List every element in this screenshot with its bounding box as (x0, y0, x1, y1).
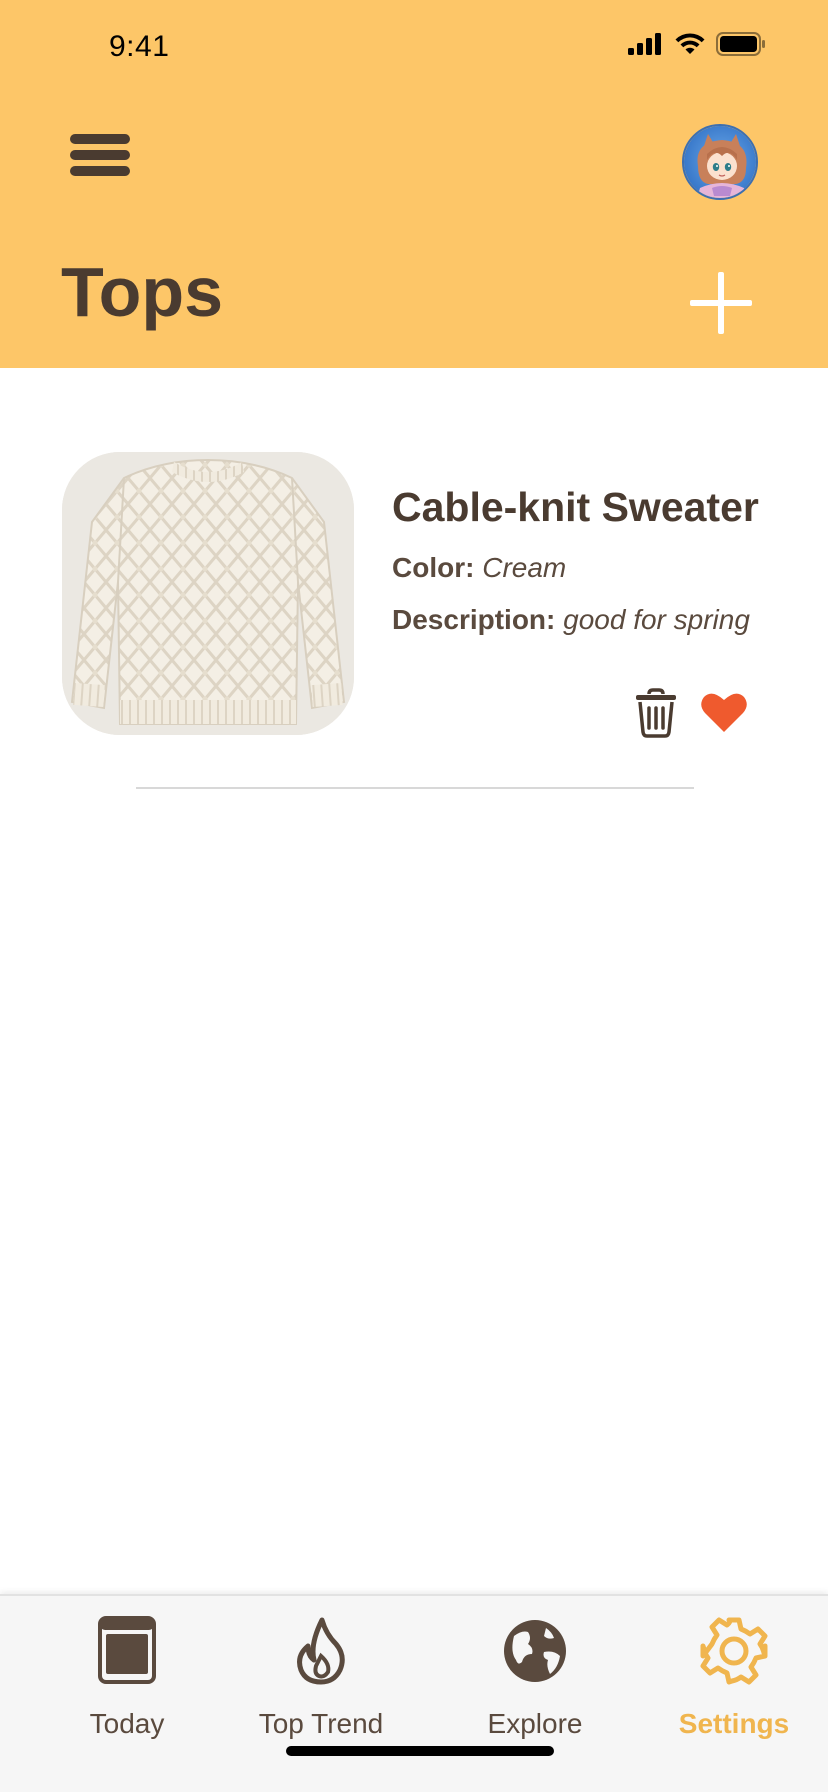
tab-bar: Today Top Trend Explore Settings (0, 1594, 828, 1792)
globe-icon (504, 1620, 566, 1682)
avatar[interactable] (682, 124, 758, 200)
item-image (62, 452, 354, 735)
tab-label: Top Trend (258, 1708, 384, 1739)
item-description: Description: good for spring (392, 604, 750, 636)
status-icons (628, 32, 766, 56)
tab-label: Settings (678, 1708, 790, 1739)
tab-today[interactable]: Today (27, 1616, 227, 1756)
battery-icon (716, 32, 765, 56)
home-indicator (286, 1746, 554, 1756)
trash-icon[interactable] (634, 688, 678, 738)
page-title: Tops (61, 253, 224, 331)
divider (136, 787, 694, 789)
status-time: 9:41 (109, 30, 170, 63)
app-header: 9:41 Tops (0, 0, 828, 368)
favorite-heart-icon[interactable] (700, 690, 748, 734)
tab-top-trend[interactable]: Top Trend (221, 1616, 421, 1756)
tab-label: Today (89, 1708, 165, 1739)
tablet-icon (98, 1616, 156, 1684)
description-label: Description: (392, 604, 556, 635)
color-value: Cream (482, 552, 567, 583)
cellular-signal-icon (628, 33, 661, 55)
clothing-item-card[interactable]: Cable-knit Sweater Color: Cream Descript… (62, 452, 766, 738)
tab-label: Explore (487, 1708, 583, 1739)
gear-icon (700, 1617, 768, 1685)
item-name: Cable-knit Sweater (392, 484, 759, 530)
add-icon[interactable] (690, 272, 752, 334)
menu-icon[interactable] (70, 134, 130, 176)
tab-explore[interactable]: Explore (435, 1616, 635, 1756)
wifi-icon (675, 33, 705, 54)
color-label: Color: (392, 552, 475, 583)
item-color: Color: Cream (392, 552, 566, 584)
flame-icon (297, 1617, 345, 1685)
description-value: good for spring (563, 604, 750, 635)
tab-settings[interactable]: Settings (634, 1616, 828, 1756)
